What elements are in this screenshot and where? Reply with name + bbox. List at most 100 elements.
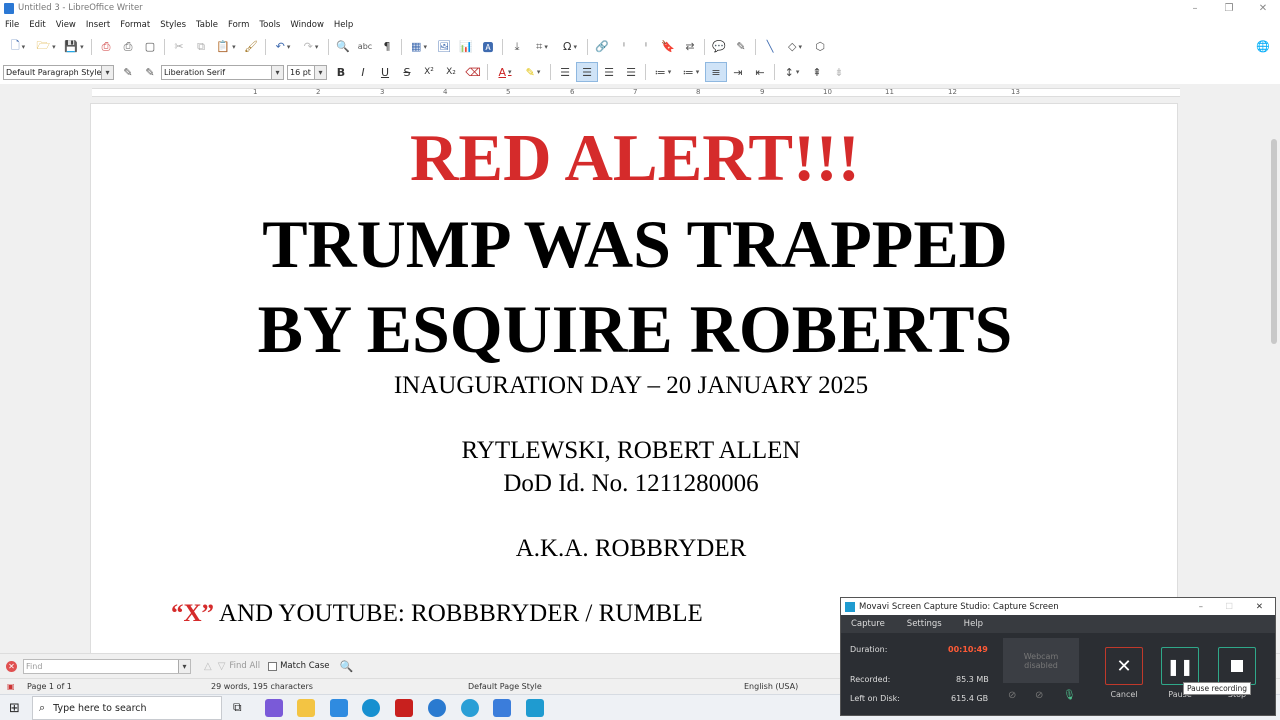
subscript-button[interactable]: X₂ [440, 62, 462, 82]
page-style[interactable]: Default Page Style [468, 682, 542, 691]
redo-icon[interactable]: ↷ [297, 37, 325, 57]
close-find-icon[interactable]: ✕ [6, 660, 17, 672]
vertical-scrollbar[interactable] [1268, 101, 1280, 653]
close-button[interactable]: ✕ [1246, 0, 1280, 16]
italic-button[interactable]: I [352, 62, 374, 82]
writer-taskbar-icon[interactable] [493, 699, 511, 717]
menu-help[interactable]: Help [334, 20, 353, 30]
task-view-icon[interactable]: ⧉ [233, 700, 242, 715]
cut-icon[interactable]: ✂ [168, 37, 190, 57]
endnote-icon[interactable]: ⁱ [635, 37, 657, 57]
draw-functions-icon[interactable]: ⬡ [809, 37, 831, 57]
justify-icon[interactable]: ☰ [620, 62, 642, 82]
find-next-icon[interactable]: ▽ [218, 661, 226, 672]
word-count[interactable]: 29 words, 195 characters [211, 682, 313, 691]
decrease-indent-icon[interactable]: ⇤ [749, 62, 771, 82]
spelling-icon[interactable]: abc [354, 37, 376, 57]
menu-table[interactable]: Table [196, 20, 218, 30]
increase-indent-icon[interactable]: ⇥ [727, 62, 749, 82]
insert-chart-icon[interactable]: 📊 [455, 37, 477, 57]
basic-shapes-icon[interactable]: ◇ [781, 37, 809, 57]
document-page[interactable]: RED ALERT!!! TRUMP WAS TRAPPED BY ESQUIR… [90, 103, 1178, 653]
insert-image-icon[interactable]: 🖼 [433, 37, 455, 57]
superscript-button[interactable]: X² [418, 62, 440, 82]
taskbar-search[interactable]: ⌕ Type here to search [32, 696, 222, 720]
globe-icon[interactable]: 🌐 [1252, 37, 1274, 57]
movavi-minimize-button[interactable]: – [1199, 602, 1203, 612]
special-character-icon[interactable]: Ω [556, 37, 584, 57]
bold-button[interactable]: B [330, 62, 352, 82]
cancel-recording-button[interactable]: ✕ [1105, 647, 1143, 685]
copilot-icon[interactable] [265, 699, 283, 717]
system-audio-off-icon[interactable]: ⊘ [1035, 690, 1043, 701]
align-left-icon[interactable]: ☰ [554, 62, 576, 82]
language[interactable]: English (USA) [744, 682, 798, 691]
page-break-icon[interactable]: ⤓ [506, 37, 528, 57]
scrollbar-thumb[interactable] [1271, 139, 1277, 344]
movavi-menu-help[interactable]: Help [964, 619, 983, 629]
document-area[interactable]: RED ALERT!!! TRUMP WAS TRAPPED BY ESQUIR… [0, 101, 1268, 653]
stop-recording-button[interactable] [1218, 647, 1256, 685]
menu-form[interactable]: Form [228, 20, 249, 30]
export-pdf-icon[interactable]: ⎙ [95, 37, 117, 57]
menu-window[interactable]: Window [290, 20, 324, 30]
copy-icon[interactable]: ⧉ [190, 37, 212, 57]
movavi-menu-capture[interactable]: Capture [851, 619, 885, 629]
find-all-button[interactable]: Find All [229, 661, 260, 671]
undo-icon[interactable]: ↶ [269, 37, 297, 57]
menu-tools[interactable]: Tools [259, 20, 280, 30]
line-icon[interactable]: ╲ [759, 37, 781, 57]
hyperlink-icon[interactable]: 🔗 [591, 37, 613, 57]
menu-view[interactable]: View [56, 20, 76, 30]
page-count[interactable]: Page 1 of 1 [27, 682, 72, 691]
movavi-maximize-button[interactable]: ☐ [1225, 602, 1233, 612]
windows-start-icon[interactable]: ⊞ [9, 701, 20, 716]
print-icon[interactable]: ⎙ [117, 37, 139, 57]
menu-format[interactable]: Format [120, 20, 150, 30]
footnote-icon[interactable]: ⁱ [613, 37, 635, 57]
horizontal-ruler[interactable]: 1 2 3 4 5 6 7 8 9 10 11 12 13 [0, 84, 1280, 101]
open-folder-icon[interactable]: 🗁 [32, 37, 60, 57]
align-center-icon[interactable]: ☰ [576, 62, 598, 82]
strikethrough-button[interactable]: S [396, 62, 418, 82]
monitor-app-icon[interactable] [330, 699, 348, 717]
menu-insert[interactable]: Insert [86, 20, 110, 30]
clone-formatting-icon[interactable]: 🖌 [240, 37, 262, 57]
document-modified-icon[interactable]: ▣ [7, 682, 15, 691]
new-style-icon[interactable]: ✎ [139, 62, 161, 82]
track-changes-icon[interactable]: ✎ [730, 37, 752, 57]
find-input[interactable]: Find [23, 658, 191, 674]
cross-reference-icon[interactable]: ⇄ [679, 37, 701, 57]
microphone-icon[interactable]: 🎙 [1063, 690, 1076, 701]
print-preview-icon[interactable]: ▢ [139, 37, 161, 57]
restore-button[interactable]: ❐ [1212, 0, 1246, 16]
clear-formatting-icon[interactable]: ⌫ [462, 62, 484, 82]
acrobat-icon[interactable] [395, 699, 413, 717]
insert-table-icon[interactable]: ▦ [405, 37, 433, 57]
line-spacing-icon[interactable]: ↕ [778, 62, 806, 82]
outline-format-icon[interactable]: ≡ [705, 62, 727, 82]
find-replace-icon[interactable]: 🔍 [332, 37, 354, 57]
underline-button[interactable]: U [374, 62, 396, 82]
movavi-close-button[interactable]: ✕ [1256, 602, 1263, 612]
insert-field-icon[interactable]: ⌗ [528, 37, 556, 57]
movavi-menu-settings[interactable]: Settings [907, 619, 942, 629]
edge-icon[interactable] [362, 699, 380, 717]
find-previous-icon[interactable]: △ [204, 661, 212, 672]
find-replace-dialog-icon[interactable]: 🔍 [340, 660, 354, 673]
numbered-list-icon[interactable]: ≔ [677, 62, 705, 82]
webcam-off-icon[interactable]: ⊘ [1008, 690, 1016, 701]
bullet-list-icon[interactable]: ≔ [649, 62, 677, 82]
comment-icon[interactable]: 💬 [708, 37, 730, 57]
save-icon[interactable]: 💾 [60, 37, 88, 57]
paste-icon[interactable]: 📋 [212, 37, 240, 57]
capture-app-icon[interactable] [461, 699, 479, 717]
recorder-app-icon[interactable] [428, 699, 446, 717]
insert-textbox-icon[interactable]: 🅰 [477, 37, 499, 57]
decrease-paragraph-spacing-icon[interactable]: ⇟ [828, 62, 850, 82]
minimize-button[interactable]: – [1178, 0, 1212, 16]
formatting-marks-icon[interactable]: ¶ [376, 37, 398, 57]
font-size-combo[interactable]: 16 pt [287, 64, 327, 80]
align-right-icon[interactable]: ☰ [598, 62, 620, 82]
menu-file[interactable]: File [5, 20, 19, 30]
